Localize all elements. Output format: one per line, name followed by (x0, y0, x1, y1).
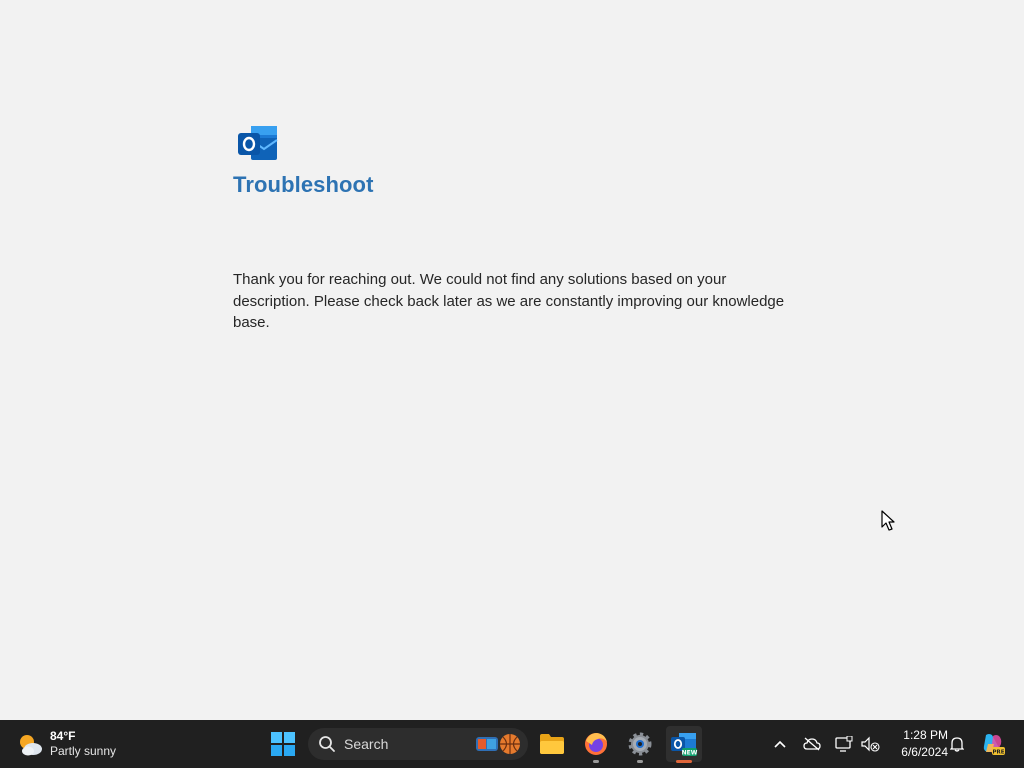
gear-icon (628, 732, 652, 756)
system-clock[interactable]: 1:28 PM 6/6/2024 (884, 727, 948, 761)
folder-icon (540, 734, 564, 754)
taskbar-app-settings[interactable] (622, 726, 658, 763)
copilot-button[interactable]: PRE (978, 720, 1008, 768)
taskbar-app-outlook-new[interactable]: NEW (666, 726, 702, 763)
taskbar-app-file-explorer[interactable] (534, 726, 570, 762)
weather-temperature: 84°F (50, 729, 76, 743)
outlook-logo-icon (238, 126, 278, 160)
taskbar-search[interactable]: Search (308, 728, 528, 760)
network-volume-muted-icon (861, 736, 880, 752)
svg-text:NEW: NEW (682, 750, 698, 757)
copilot-icon: PRE (983, 734, 1005, 756)
notifications-button[interactable] (946, 720, 968, 768)
running-indicator (593, 760, 599, 763)
taskbar-app-firefox[interactable] (578, 726, 614, 763)
search-icon (319, 736, 335, 752)
page-title: Troubleshoot (233, 172, 374, 197)
outlook-new-icon: NEW (671, 733, 698, 757)
weather-condition: Partly sunny (50, 744, 117, 758)
show-hidden-icons-button[interactable] (770, 720, 790, 768)
clock-date: 6/6/2024 (901, 745, 948, 759)
network-volume-tray-button[interactable] (858, 720, 882, 768)
display-tray-button[interactable] (833, 720, 855, 768)
troubleshoot-page: Troubleshoot Thank you for reaching out.… (0, 0, 1024, 720)
taskbar: 84°F Partly sunny Search NEW 1:28 PM 6/6… (0, 720, 1024, 768)
onedrive-tray-button[interactable] (801, 720, 823, 768)
chevron-up-icon (774, 740, 786, 748)
mouse-cursor-icon (881, 510, 895, 531)
partly-sunny-icon (20, 735, 42, 756)
svg-text:PRE: PRE (992, 750, 1004, 756)
weather-widget[interactable]: 84°F Partly sunny (16, 726, 116, 762)
firefox-icon (585, 733, 607, 755)
clock-time: 1:28 PM (903, 728, 948, 742)
troubleshoot-message: Thank you for reaching out. We could not… (233, 271, 785, 331)
running-indicator (637, 760, 643, 763)
windows-start-icon (271, 732, 295, 756)
search-highlight-icon (476, 734, 520, 754)
onedrive-offline-icon (803, 737, 821, 751)
display-icon (835, 736, 853, 752)
notifications-bell-icon (950, 737, 964, 752)
active-indicator (676, 760, 692, 763)
start-button[interactable] (265, 726, 301, 762)
search-label: Search (344, 736, 389, 752)
